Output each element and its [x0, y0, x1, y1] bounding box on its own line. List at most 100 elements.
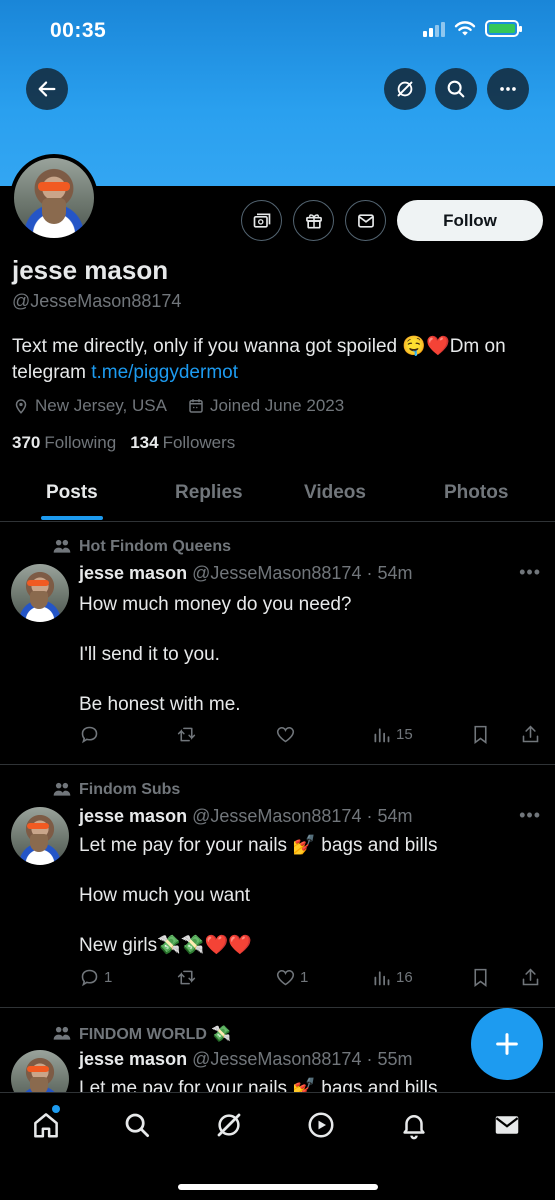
plus-icon — [496, 1033, 518, 1055]
search-button[interactable] — [435, 68, 477, 110]
message-button[interactable] — [345, 200, 386, 241]
post-line — [79, 908, 437, 933]
active-tab-indicator — [41, 516, 103, 520]
community-icon — [53, 1026, 71, 1040]
post-line — [79, 617, 352, 642]
post-author-name[interactable]: jesse mason — [79, 563, 187, 583]
gift-button[interactable] — [293, 200, 334, 241]
notification-dot — [52, 1105, 60, 1113]
post-author-name[interactable]: jesse mason — [79, 806, 187, 826]
like-button[interactable]: 1 — [275, 967, 308, 988]
followers-label: Followers — [162, 433, 236, 452]
post-header: jesse mason @JesseMason88174 · 55m — [79, 1049, 412, 1070]
nav-home[interactable] — [31, 1110, 61, 1140]
bookmark-button[interactable] — [470, 724, 491, 745]
nav-grok[interactable] — [214, 1110, 244, 1140]
profile-joined: Joined June 2023 — [209, 396, 345, 415]
post-line — [79, 858, 437, 883]
reply-button[interactable]: 1 — [79, 967, 112, 988]
back-arrow-icon — [38, 81, 56, 97]
mail-icon — [495, 1116, 519, 1134]
profile-tabs: Posts Replies Videos Photos — [0, 468, 555, 522]
compose-button[interactable] — [471, 1008, 543, 1080]
post[interactable]: Hot Findom Queens jesse mason @JesseMaso… — [0, 522, 555, 765]
followers-count: 134 — [130, 433, 159, 452]
post-line: Let me pay for your nails 💅 bags and bil… — [79, 1078, 438, 1092]
tab-photos[interactable]: Photos — [444, 482, 508, 504]
post-more-icon[interactable]: ••• — [519, 805, 541, 826]
post-more-icon[interactable]: ••• — [519, 562, 541, 583]
like-button[interactable] — [275, 724, 300, 745]
post-header: jesse mason @JesseMason88174 · 54m — [79, 806, 412, 827]
post-avatar[interactable] — [11, 807, 69, 865]
repost-button[interactable] — [176, 724, 201, 745]
post-community[interactable]: FINDOM WORLD 💸 — [79, 1024, 231, 1044]
post-line: How much money do you need? — [79, 594, 352, 615]
repost-button[interactable] — [176, 967, 201, 988]
following-link[interactable]: 370 Following — [12, 433, 116, 453]
bio-link[interactable]: t.me/piggydermot — [91, 362, 238, 383]
reply-icon — [81, 969, 98, 987]
tab-replies[interactable]: Replies — [175, 482, 243, 504]
views-icon — [374, 971, 390, 986]
nav-search[interactable] — [122, 1110, 152, 1140]
nav-messages[interactable] — [492, 1110, 522, 1140]
reply-icon — [81, 726, 98, 744]
post-line: New girls💸💸❤️❤️ — [79, 935, 252, 956]
views-button[interactable]: 15 — [371, 724, 413, 745]
profile-avatar[interactable] — [10, 154, 98, 242]
bookmark-icon — [474, 968, 487, 987]
nav-video[interactable] — [306, 1110, 336, 1140]
post-text: Let me pay for your nails 💅 bags and bil… — [79, 1076, 437, 1092]
search-icon — [447, 80, 465, 98]
view-count: 16 — [396, 969, 413, 986]
profile-location: New Jersey, USA — [35, 396, 167, 415]
post-text: Let me pay for your nails 💅 bags and bil… — [79, 833, 437, 958]
back-button[interactable] — [26, 68, 68, 110]
bookmark-button[interactable] — [470, 967, 491, 988]
followers-link[interactable]: 134 Followers — [130, 433, 235, 453]
subscriptions-button[interactable] — [241, 200, 282, 241]
post-avatar[interactable] — [11, 564, 69, 622]
home-indicator — [178, 1184, 378, 1190]
post-text: How much money do you need? I'll send it… — [79, 592, 352, 717]
community-icon — [53, 539, 71, 553]
post-line: How much you want — [79, 885, 251, 906]
grok-button[interactable] — [384, 68, 426, 110]
mail-icon — [357, 213, 374, 228]
bookmark-icon — [474, 725, 487, 744]
post-line: Let me pay for your nails 💅 bags and bil… — [79, 835, 438, 856]
share-button[interactable] — [520, 967, 541, 988]
location-icon — [15, 399, 27, 414]
tab-videos[interactable]: Videos — [304, 482, 366, 504]
more-button[interactable] — [487, 68, 529, 110]
post-actions: 1 1 16 — [79, 967, 545, 991]
reply-button[interactable] — [79, 724, 104, 745]
share-button[interactable] — [520, 724, 541, 745]
grok-icon — [397, 81, 413, 97]
share-icon — [522, 725, 539, 743]
nav-notifications[interactable] — [399, 1110, 429, 1140]
status-time: 00:35 — [50, 19, 107, 42]
views-button[interactable]: 16 — [371, 967, 413, 988]
heart-icon — [276, 969, 295, 986]
play-icon — [308, 1112, 334, 1138]
repost-icon — [177, 970, 196, 985]
tab-posts[interactable]: Posts — [46, 482, 98, 504]
view-count: 15 — [396, 726, 413, 743]
post-avatar[interactable] — [11, 1050, 69, 1092]
post[interactable]: Findom Subs jesse mason @JesseMason88174… — [0, 765, 555, 1008]
post-header: jesse mason @JesseMason88174 · 54m — [79, 563, 412, 584]
follow-button[interactable]: Follow — [397, 200, 543, 241]
profile-bio: Text me directly, only if you wanna got … — [12, 334, 542, 386]
post-community[interactable]: Hot Findom Queens — [79, 538, 231, 556]
post-author-name[interactable]: jesse mason — [79, 1049, 187, 1069]
following-count: 370 — [12, 433, 41, 452]
more-horizontal-icon — [500, 87, 516, 91]
like-count: 1 — [300, 969, 309, 986]
profile-meta: New Jersey, USA Joined June 2023 — [12, 396, 344, 416]
post-handle-time: @JesseMason88174 · 54m — [192, 563, 413, 583]
post-line — [79, 667, 352, 692]
post-community[interactable]: Findom Subs — [79, 781, 180, 799]
subscriptions-icon — [253, 213, 270, 228]
